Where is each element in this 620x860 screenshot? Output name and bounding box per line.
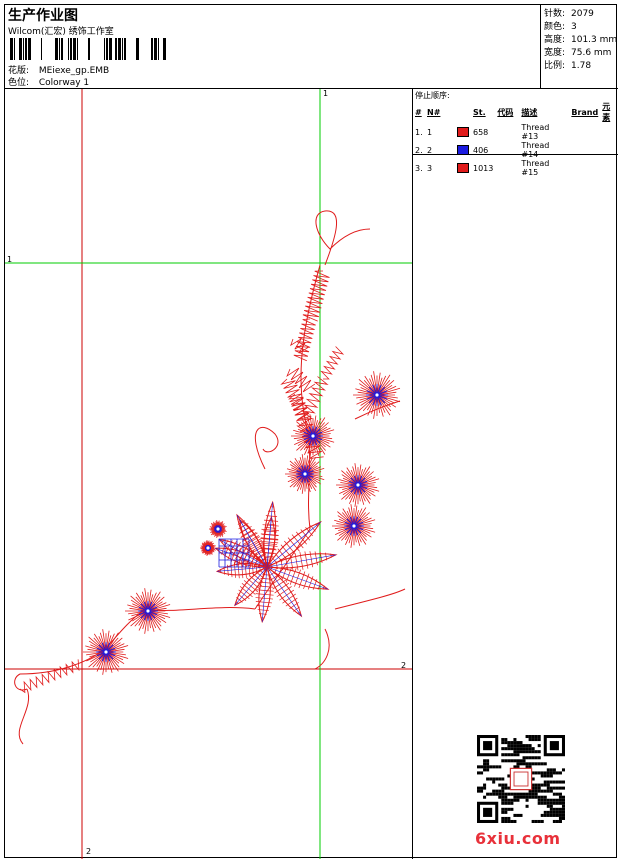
row-color xyxy=(456,141,472,159)
row-number: 3 xyxy=(427,163,433,173)
col-header-number: N# xyxy=(427,107,441,117)
col-header-index: # xyxy=(415,107,422,117)
stats-panel: 针数: 2079 颜色: 3 高度: 101.3 mm 宽度: 75.6 mm 比例: 1… xyxy=(541,5,618,89)
stat-label: 宽度: xyxy=(544,48,566,58)
stat-value: 75.6 mm xyxy=(571,48,612,58)
color-swatch xyxy=(457,145,469,155)
table-row: 1. 1 658 Thread #13 xyxy=(414,123,618,141)
stat-colors: 颜色: 3 xyxy=(544,19,577,32)
row-description: Thread #15 xyxy=(521,159,550,177)
stat-label: 高度: xyxy=(544,35,566,45)
row-color xyxy=(456,159,472,177)
row-index: 2. xyxy=(415,145,423,155)
row-stitches: 406 xyxy=(473,145,489,155)
stat-value: 2079 xyxy=(571,9,594,19)
guide-label-bottom: 2 xyxy=(86,847,92,856)
row-brand xyxy=(570,141,601,159)
col-header-element: 元素 xyxy=(602,102,611,122)
color-swatch xyxy=(457,163,469,173)
colorway-label: 色位: xyxy=(8,78,30,88)
row-index: 3. xyxy=(415,163,423,173)
stat-value: 101.3 mm xyxy=(571,35,618,45)
stat-width: 宽度: 75.6 mm xyxy=(544,45,611,58)
guide-label-right: 2 xyxy=(401,661,407,670)
watermark: 6xiu.com xyxy=(475,829,561,848)
embroidery-motif xyxy=(14,210,406,745)
stat-value: 3 xyxy=(571,22,577,32)
embroidery-design-area: 1 1 2 2 xyxy=(5,89,413,859)
guide-label-left: 1 xyxy=(7,255,13,264)
guide-label-top: 1 xyxy=(323,89,329,98)
stat-value: 1.78 xyxy=(571,61,592,71)
table-header-row: # N# St. 代码 描述 Brand 元素 xyxy=(414,101,618,123)
stat-label: 比例: xyxy=(544,61,566,71)
table-row: 2. 2 406 Thread #14 xyxy=(414,141,618,159)
row-stitches: 658 xyxy=(473,127,489,137)
stat-height: 高度: 101.3 mm xyxy=(544,32,617,45)
colorway-value: Colorway 1 xyxy=(38,78,90,88)
row-brand xyxy=(570,123,601,141)
col-header-code: 代码 xyxy=(497,107,514,117)
barcode xyxy=(10,38,166,60)
production-sheet: 生产作业图 Wilcom(汇宏) 绣饰工作室 花版: MEiexe_gp.EMB… xyxy=(4,4,618,859)
col-header-description: 描述 xyxy=(521,107,538,117)
row-code xyxy=(496,123,520,141)
embroidery-canvas xyxy=(5,89,412,859)
col-header-color xyxy=(456,101,472,123)
row-code xyxy=(496,141,520,159)
colorway-row: 色位: Colorway 1 xyxy=(8,75,89,88)
row-element xyxy=(601,141,618,159)
company-name: Wilcom(汇宏) 绣饰工作室 xyxy=(8,27,114,37)
table-row: 3. 3 1013 Thread #15 xyxy=(414,159,618,177)
row-number: 1 xyxy=(427,127,433,137)
qr-code xyxy=(477,735,565,823)
stat-scale: 比例: 1.78 xyxy=(544,58,591,71)
color-swatch xyxy=(457,127,469,137)
row-element xyxy=(601,159,618,177)
row-description: Thread #14 xyxy=(521,141,550,159)
stop-sequence-heading: 停止顺序: xyxy=(415,91,450,100)
stat-label: 颜色: xyxy=(544,22,566,32)
row-description: Thread #13 xyxy=(521,123,550,141)
stat-label: 针数: xyxy=(544,9,566,19)
stat-stitches: 针数: 2079 xyxy=(544,6,594,19)
col-header-stitches: St. xyxy=(473,107,486,117)
header-panel: 生产作业图 Wilcom(汇宏) 绣饰工作室 花版: MEiexe_gp.EMB… xyxy=(5,5,541,89)
row-color xyxy=(456,123,472,141)
page-title: 生产作业图 xyxy=(8,8,78,24)
row-number: 2 xyxy=(427,145,433,155)
row-code xyxy=(496,159,520,177)
row-stitches: 1013 xyxy=(473,163,494,173)
stop-sequence-table: # N# St. 代码 描述 Brand 元素 1. 1 658 Thread … xyxy=(414,101,618,177)
stop-sequence-panel: 停止顺序: # N# St. 代码 描述 Brand 元素 1. 1 658 T… xyxy=(413,89,618,177)
row-element xyxy=(601,123,618,141)
row-index: 1. xyxy=(415,127,423,137)
row-brand xyxy=(570,159,601,177)
col-header-brand: Brand xyxy=(571,107,599,117)
